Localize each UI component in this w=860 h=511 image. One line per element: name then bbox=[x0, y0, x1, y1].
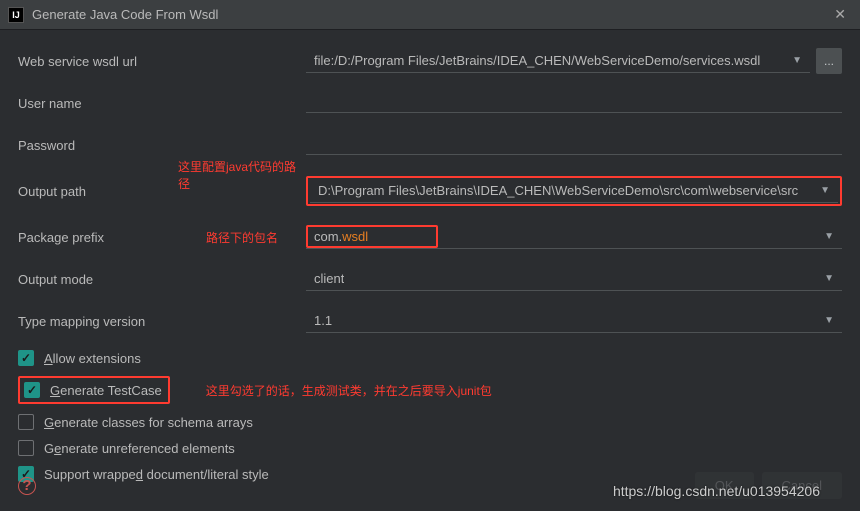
checkbox-row-allow-extensions: Allow extensions bbox=[18, 350, 842, 366]
label-wsdl-url: Web service wsdl url bbox=[18, 54, 178, 69]
package-prefix-value-hl: wsdl bbox=[342, 229, 368, 244]
label-package-prefix: Package prefix bbox=[18, 230, 178, 245]
row-wsdl-url: Web service wsdl url file:/D:/Program Fi… bbox=[18, 48, 842, 74]
output-mode-select[interactable]: client ▼ bbox=[306, 267, 842, 291]
password-input[interactable] bbox=[306, 135, 842, 155]
type-mapping-value: 1.1 bbox=[314, 313, 332, 328]
generate-unreferenced-checkbox[interactable] bbox=[18, 440, 34, 456]
label-output-mode: Output mode bbox=[18, 272, 178, 287]
wsdl-url-value: file:/D:/Program Files/JetBrains/IDEA_CH… bbox=[314, 53, 760, 68]
window-title: Generate Java Code From Wsdl bbox=[32, 7, 218, 22]
app-icon: IJ bbox=[8, 7, 24, 23]
package-prefix-value-pre: com. bbox=[314, 229, 342, 244]
username-input[interactable] bbox=[306, 93, 842, 113]
chevron-down-icon: ▼ bbox=[792, 55, 802, 66]
label-output-path: Output path bbox=[18, 184, 178, 199]
checkbox-row-generate-unreferenced: Generate unreferenced elements bbox=[18, 440, 842, 456]
wsdl-url-select[interactable]: file:/D:/Program Files/JetBrains/IDEA_CH… bbox=[306, 49, 810, 73]
row-output-path: Output path 这里配置java代码的路径 D:\Program Fil… bbox=[18, 174, 842, 208]
cancel-button[interactable]: Cancel bbox=[762, 472, 842, 499]
chevron-down-icon: ▼ bbox=[820, 185, 830, 196]
label-username: User name bbox=[18, 96, 178, 111]
generate-testcase-label: Generate TestCase bbox=[50, 383, 162, 398]
browse-wsdl-button[interactable]: ... bbox=[816, 48, 842, 74]
package-prefix-select[interactable]: com.wsdl ▼ bbox=[306, 225, 842, 249]
chevron-down-icon: ▼ bbox=[824, 231, 834, 242]
allow-extensions-label: Allow extensions bbox=[44, 351, 141, 366]
output-mode-value: client bbox=[314, 271, 344, 286]
help-icon[interactable]: ? bbox=[18, 477, 36, 495]
row-package-prefix: Package prefix 路径下的包名 com.wsdl ▼ bbox=[18, 224, 842, 250]
generate-schema-checkbox[interactable] bbox=[18, 414, 34, 430]
annotation-package: 路径下的包名 bbox=[178, 229, 306, 246]
chevron-down-icon: ▼ bbox=[824, 315, 834, 326]
checkbox-row-generate-schema: Generate classes for schema arrays bbox=[18, 414, 842, 430]
generate-unreferenced-label: Generate unreferenced elements bbox=[44, 441, 235, 456]
annotation-output-path: 这里配置java代码的路径 bbox=[178, 158, 306, 192]
type-mapping-select[interactable]: 1.1 ▼ bbox=[306, 309, 842, 333]
checkbox-row-generate-testcase: Generate TestCase 这里勾选了的话，生成测试类，并在之后要导入j… bbox=[18, 376, 842, 404]
generate-schema-label: Generate classes for schema arrays bbox=[44, 415, 253, 430]
chevron-down-icon: ▼ bbox=[824, 273, 834, 284]
dialog-footer: ? OK Cancel bbox=[0, 472, 860, 499]
close-button[interactable]: ✕ bbox=[828, 4, 852, 25]
row-type-mapping: Type mapping version 1.1 ▼ bbox=[18, 308, 842, 334]
label-password: Password bbox=[18, 138, 178, 153]
row-password: Password bbox=[18, 132, 842, 158]
ok-button[interactable]: OK bbox=[695, 472, 754, 499]
allow-extensions-checkbox[interactable] bbox=[18, 350, 34, 366]
row-output-mode: Output mode client ▼ bbox=[18, 266, 842, 292]
titlebar: IJ Generate Java Code From Wsdl ✕ bbox=[0, 0, 860, 30]
row-username: User name bbox=[18, 90, 842, 116]
annotation-testcase: 这里勾选了的话，生成测试类，并在之后要导入junit包 bbox=[206, 382, 492, 399]
generate-testcase-checkbox[interactable] bbox=[24, 382, 40, 398]
dialog-content: Web service wsdl url file:/D:/Program Fi… bbox=[0, 30, 860, 500]
label-type-mapping: Type mapping version bbox=[18, 314, 178, 329]
output-path-value: D:\Program Files\JetBrains\IDEA_CHEN\Web… bbox=[318, 183, 798, 198]
output-path-select[interactable]: D:\Program Files\JetBrains\IDEA_CHEN\Web… bbox=[310, 179, 838, 203]
